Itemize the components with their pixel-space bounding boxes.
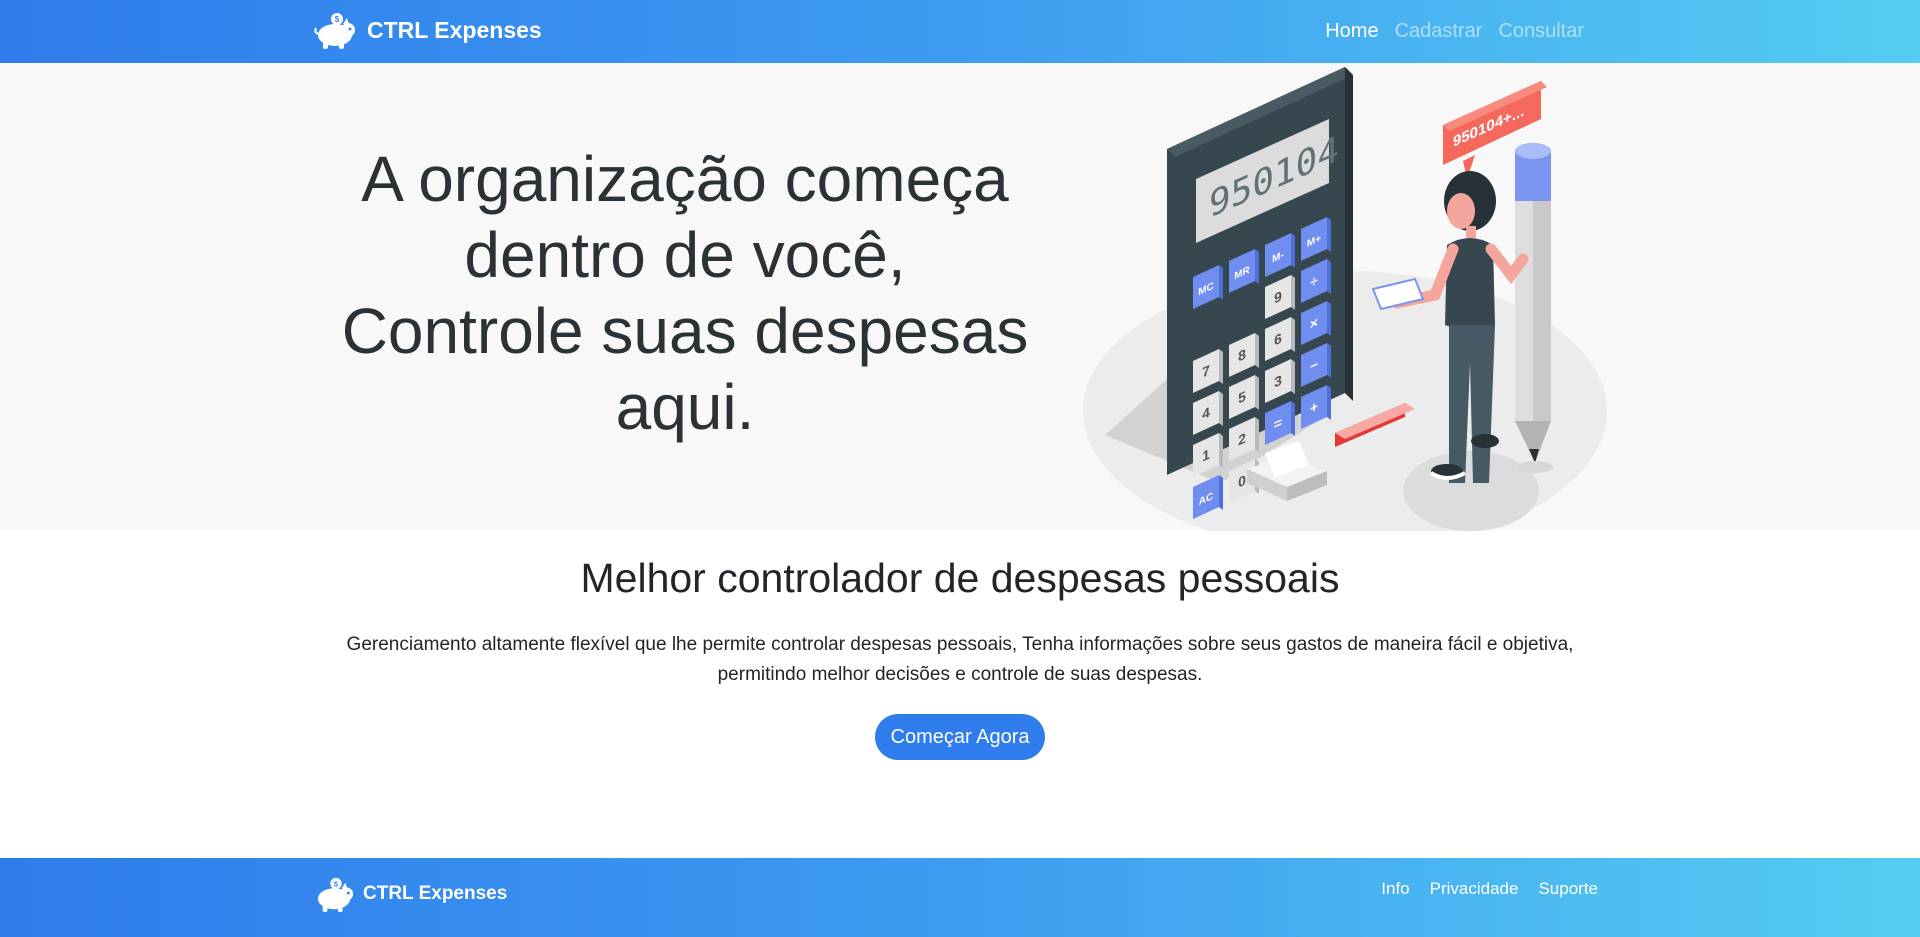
footer: $ CTRL Expenses Info Privacidade Suporte [0, 858, 1920, 937]
footer-brand-link[interactable]: $ CTRL Expenses [313, 872, 507, 916]
calculator-illustration: 950104 MCMRM-M+9÷786×453−12=+AC0 950104+… [1083, 67, 1607, 531]
footer-brand-name: CTRL Expenses [363, 883, 508, 904]
hero-title-line-3: Controle suas despesas [341, 295, 1029, 367]
section-description-line-2: permitindo melhor decisões e controle de… [717, 664, 1203, 685]
nav-consultar[interactable]: Consultar [1498, 20, 1584, 43]
brand-name: CTRL Expenses [367, 16, 542, 43]
svg-text:$: $ [335, 15, 340, 24]
hero-title-line-2: dentro de você, [464, 219, 906, 291]
hero-title-line-4: aqui. [615, 371, 755, 443]
piggy-bank-icon: $ [317, 877, 354, 913]
footer-link-info[interactable]: Info [1381, 879, 1409, 899]
pencil-icon [1515, 143, 1553, 473]
section-title: Melhor controlador de despesas pessoais [580, 555, 1340, 601]
nav-cadastrar[interactable]: Cadastrar [1395, 20, 1483, 43]
section-description-line-1: Gerenciamento altamente flexível que lhe… [346, 634, 1574, 655]
footer-link-privacidade[interactable]: Privacidade [1430, 879, 1519, 899]
footer-link-suporte[interactable]: Suporte [1538, 879, 1598, 899]
hero-title-line-1: A organização começa [361, 143, 1009, 215]
hero-section: A organização começa dentro de você, Con… [0, 63, 1920, 531]
section-description: Gerenciamento altamente flexível que lhe… [300, 630, 1620, 690]
navbar: $ CTRL Expenses Home Cadastrar Consultar [0, 0, 1920, 63]
hero-title: A organização começa dentro de você, Con… [300, 141, 1070, 445]
start-now-button[interactable]: Começar Agora [875, 714, 1045, 760]
footer-nav: Info Privacidade Suporte [1381, 858, 1598, 920]
piggy-bank-icon: $ [314, 13, 355, 49]
nav-home[interactable]: Home [1325, 20, 1378, 43]
brand-link[interactable]: $ CTRL Expenses [313, 4, 542, 56]
main-nav: Home Cadastrar Consultar [1325, 0, 1584, 63]
